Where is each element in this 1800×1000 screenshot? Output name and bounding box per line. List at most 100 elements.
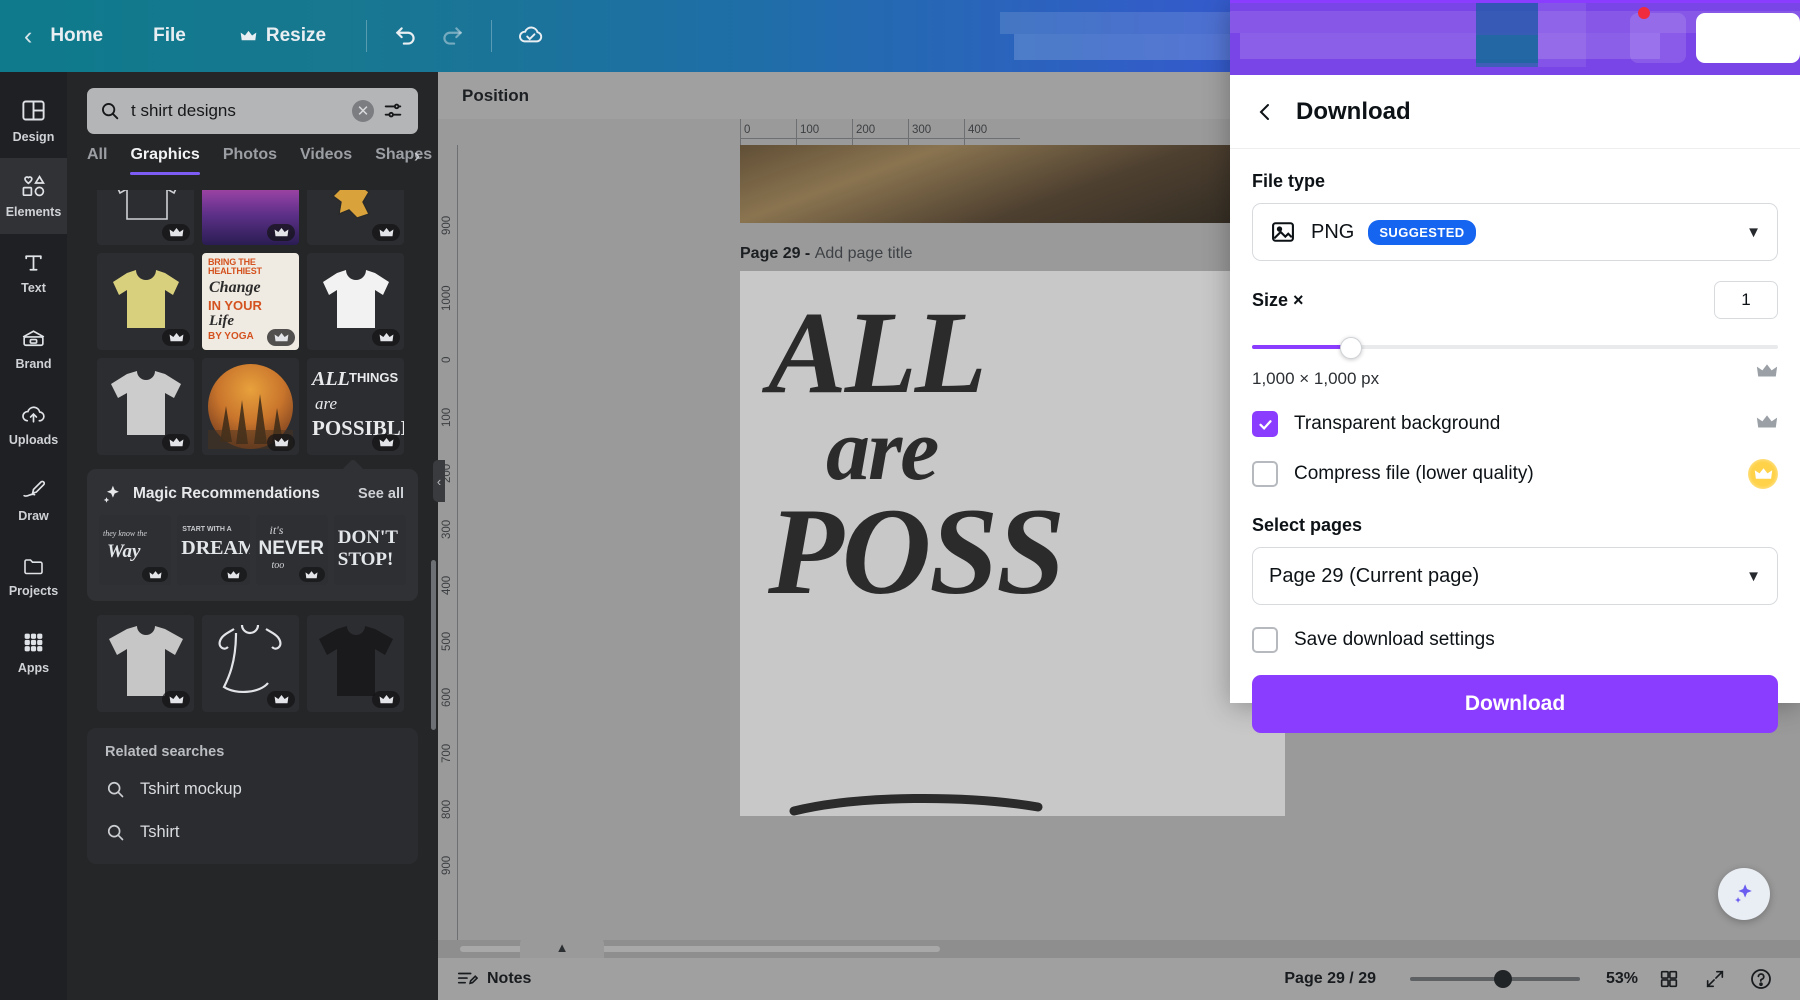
download-button[interactable]: Download bbox=[1252, 675, 1778, 733]
size-slider[interactable] bbox=[1252, 337, 1778, 359]
shapes-icon bbox=[22, 174, 45, 197]
transparent-background-pro-crown[interactable] bbox=[1756, 414, 1778, 435]
pro-badge bbox=[372, 434, 400, 451]
undo-button[interactable] bbox=[383, 13, 429, 59]
result-thumb[interactable] bbox=[97, 358, 194, 455]
result-thumb[interactable]: ALL THINGS are POSSIBLE bbox=[307, 358, 404, 455]
crown-icon bbox=[274, 228, 288, 237]
help-button[interactable] bbox=[1746, 964, 1776, 994]
sidebar-item-label: Draw bbox=[18, 508, 49, 523]
transparent-background-checkbox[interactable] bbox=[1252, 411, 1278, 437]
zoom-slider-knob[interactable] bbox=[1494, 970, 1512, 988]
size-pro-crown[interactable] bbox=[1756, 363, 1778, 384]
compress-file-row: Compress file (lower quality) bbox=[1252, 459, 1778, 489]
sidebar-item-uploads[interactable]: Uploads bbox=[0, 386, 67, 462]
search-filter-button[interactable] bbox=[380, 98, 406, 124]
panel-results-scroll[interactable]: BRING THE HEALTHIEST Change IN YOUR Life … bbox=[67, 190, 438, 1000]
previous-page-thumbnail[interactable] bbox=[740, 145, 1285, 223]
result-thumb[interactable] bbox=[97, 253, 194, 350]
ruler-tick-label: 200 bbox=[856, 124, 876, 136]
magic-see-all-link[interactable]: See all bbox=[358, 486, 404, 502]
horizontal-scrollbar[interactable] bbox=[438, 940, 1800, 958]
compress-file-checkbox[interactable] bbox=[1252, 461, 1278, 487]
redo-button[interactable] bbox=[429, 13, 475, 59]
select-pages-select[interactable]: Page 29 (Current page) ▼ bbox=[1252, 547, 1778, 605]
sidebar-item-elements[interactable]: Elements bbox=[0, 158, 67, 234]
related-search-label: Tshirt mockup bbox=[140, 780, 242, 798]
result-thumb[interactable] bbox=[202, 190, 299, 245]
transparent-background-label: Transparent background bbox=[1294, 413, 1501, 434]
position-button[interactable]: Position bbox=[452, 80, 539, 112]
compress-file-pro-crown[interactable] bbox=[1748, 459, 1778, 489]
ruler-tick-label: 0 bbox=[744, 124, 751, 136]
sidebar-item-projects[interactable]: Projects bbox=[0, 538, 67, 614]
ruler-tick-label: 500 bbox=[441, 631, 453, 651]
result-thumb[interactable] bbox=[202, 615, 299, 712]
result-thumb[interactable]: BRING THE HEALTHIEST Change IN YOUR Life … bbox=[202, 253, 299, 350]
file-menu-button[interactable]: File bbox=[139, 17, 200, 55]
tabs-scroll-right-button[interactable]: › bbox=[404, 144, 430, 170]
related-search-item-tshirt-mockup[interactable]: Tshirt mockup bbox=[87, 768, 418, 811]
tab-all[interactable]: All bbox=[87, 146, 107, 175]
tab-photos[interactable]: Photos bbox=[223, 146, 277, 175]
pages-panel-toggle[interactable]: ▲ bbox=[520, 936, 604, 958]
home-button[interactable]: Home bbox=[36, 17, 117, 55]
grid-apps-icon bbox=[24, 633, 43, 651]
magic-recommendations-card: Magic Recommendations See all they know … bbox=[87, 469, 418, 601]
search-box[interactable]: ✕ bbox=[87, 88, 418, 134]
back-button[interactable]: ‹ bbox=[0, 16, 36, 57]
save-download-settings-checkbox[interactable] bbox=[1252, 627, 1278, 653]
download-back-button[interactable] bbox=[1248, 95, 1282, 129]
resize-button[interactable]: Resize bbox=[226, 17, 340, 55]
ruler-tick-label: 800 bbox=[441, 799, 453, 819]
sidebar-item-apps[interactable]: Apps bbox=[0, 614, 67, 690]
sidebar-item-draw[interactable]: Draw bbox=[0, 462, 67, 538]
result-thumb[interactable] bbox=[307, 253, 404, 350]
file-type-select[interactable]: PNG SUGGESTED ▼ bbox=[1252, 203, 1778, 261]
pen-draw-icon bbox=[23, 480, 46, 497]
result-thumb[interactable] bbox=[307, 615, 404, 712]
fullscreen-button[interactable] bbox=[1700, 964, 1730, 994]
magic-thumb[interactable]: they know the Way bbox=[99, 515, 172, 585]
image-file-icon bbox=[1272, 222, 1294, 242]
panel-scrollbar[interactable] bbox=[431, 560, 436, 730]
tab-graphics[interactable]: Graphics bbox=[130, 146, 201, 175]
crown-icon bbox=[149, 570, 162, 578]
sidebar-item-brand[interactable]: Brand bbox=[0, 310, 67, 386]
crown-icon bbox=[274, 695, 288, 704]
slider-knob[interactable] bbox=[1340, 337, 1362, 359]
notes-button[interactable]: Notes bbox=[456, 968, 531, 990]
sidebar-item-text[interactable]: Text bbox=[0, 234, 67, 310]
add-page-title-input[interactable]: Add page title bbox=[815, 245, 913, 262]
crown-icon bbox=[305, 570, 318, 578]
magic-thumb[interactable]: DON'T STOP! bbox=[333, 515, 406, 585]
magic-recommendations-title: Magic Recommendations bbox=[133, 485, 320, 502]
sidebar-item-design[interactable]: Design bbox=[0, 82, 67, 158]
zoom-slider[interactable] bbox=[1410, 970, 1580, 988]
cloud-saved-button[interactable] bbox=[508, 13, 554, 59]
folder-icon bbox=[23, 559, 43, 575]
magic-thumb[interactable]: START WITH A DREAM bbox=[177, 515, 250, 585]
grid-view-button[interactable] bbox=[1654, 964, 1684, 994]
page-artwork[interactable]: ALL are POSS bbox=[768, 293, 1285, 613]
result-thumb[interactable] bbox=[97, 190, 194, 245]
crown-icon bbox=[169, 333, 183, 342]
clear-search-button[interactable]: ✕ bbox=[352, 100, 374, 122]
result-thumb[interactable] bbox=[307, 190, 404, 245]
page-counter: Page 29 / 29 bbox=[1284, 970, 1376, 987]
notes-icon bbox=[457, 972, 478, 985]
tab-videos[interactable]: Videos bbox=[300, 146, 352, 175]
result-thumb[interactable] bbox=[202, 358, 299, 455]
result-thumb[interactable] bbox=[97, 615, 194, 712]
search-input[interactable] bbox=[121, 101, 352, 121]
magic-assistant-button[interactable] bbox=[1718, 868, 1770, 920]
crown-icon bbox=[1756, 363, 1778, 376]
panel-collapse-handle[interactable]: ‹ bbox=[433, 460, 445, 502]
related-search-item-tshirt[interactable]: Tshirt bbox=[87, 811, 418, 854]
magic-thumb[interactable]: it's NEVER too bbox=[255, 515, 328, 585]
size-multiplier-input[interactable] bbox=[1714, 281, 1778, 319]
ruler-tick-label: 0 bbox=[441, 356, 453, 363]
chevron-left-icon: ‹ bbox=[24, 21, 33, 50]
artwork-line-2: are bbox=[826, 402, 939, 500]
current-page-canvas[interactable]: ALL are POSS bbox=[740, 271, 1285, 816]
